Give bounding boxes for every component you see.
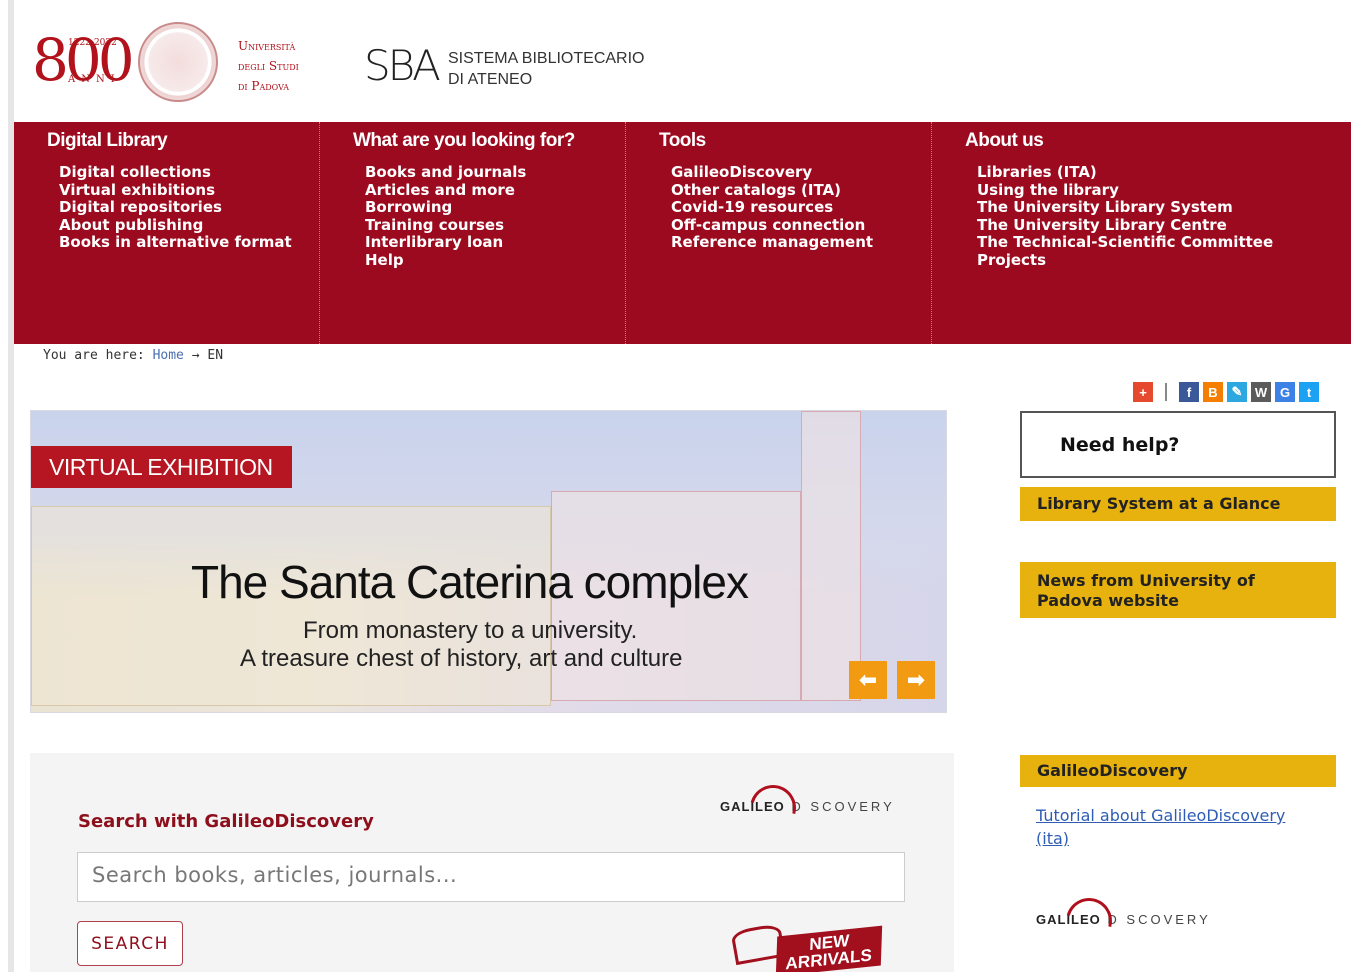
next-arrow-icon[interactable]: ➡	[897, 661, 935, 699]
search-button[interactable]: SEARCH	[77, 921, 183, 966]
university-name[interactable]: Università degli Studi di Padova	[238, 36, 299, 96]
nav-link[interactable]: Using the library	[977, 181, 1351, 200]
nav-link[interactable]: Help	[365, 251, 625, 270]
divider	[1165, 383, 1167, 401]
blogger-icon[interactable]: B	[1203, 382, 1223, 402]
breadcrumb-current: EN	[207, 348, 224, 363]
site-header: 800 1222-2022 ANNI Università degli Stud…	[14, 0, 1351, 122]
hero-slider[interactable]: VIRTUAL EXHIBITION The Santa Caterina co…	[30, 410, 947, 713]
nav-link[interactable]: The Technical-Scientific Committee	[977, 233, 1351, 252]
plus-share-icon[interactable]: +	[1133, 382, 1153, 402]
galileo-discovery-sidebar-logo[interactable]: GALILEO D SCOVERY	[1036, 889, 1211, 953]
nav-link[interactable]: Virtual exhibitions	[59, 181, 319, 200]
nav-column-title[interactable]: About us	[965, 130, 1351, 156]
nav-link[interactable]: Off-campus connection	[671, 216, 931, 235]
wordpress-icon[interactable]: W	[1251, 382, 1271, 402]
news-university-link[interactable]: News from University of Padova website	[1020, 562, 1336, 618]
social-share-bar: + f B ✎ W G t	[1133, 382, 1319, 402]
anniversary-years: 1222-2022	[68, 38, 117, 48]
need-help-box[interactable]: Need help?	[1020, 411, 1336, 478]
university-line1: Università	[238, 39, 296, 53]
nav-column-title[interactable]: What are you looking for?	[353, 130, 625, 156]
nav-link[interactable]: Covid-19 resources	[671, 198, 931, 217]
sba-logo[interactable]: SBA	[364, 44, 441, 88]
main-navigation: Digital Library Digital collections Virt…	[14, 122, 1351, 344]
search-panel: Search with GalileoDiscovery GALILEO D S…	[30, 753, 954, 972]
new-arrivals-badge[interactable]: NEW ARRIVALS	[730, 921, 883, 972]
nav-link[interactable]: Other catalogs (ITA)	[671, 181, 931, 200]
search-title: Search with GalileoDiscovery	[78, 811, 374, 832]
nav-link[interactable]: Libraries (ITA)	[977, 163, 1351, 182]
nav-link[interactable]: Projects	[977, 251, 1351, 270]
facebook-icon[interactable]: f	[1179, 382, 1199, 402]
nav-column-looking-for: What are you looking for? Books and jour…	[320, 122, 626, 344]
nav-column-tools: Tools GalileoDiscovery Other catalogs (I…	[626, 122, 932, 344]
nav-link[interactable]: Digital collections	[59, 163, 319, 182]
galileo-ring-icon	[1057, 889, 1121, 953]
tower-illustration	[801, 411, 861, 701]
anniversary-word: ANNI	[68, 74, 121, 85]
nav-column-title[interactable]: Tools	[659, 130, 931, 156]
university-seal-icon[interactable]	[138, 22, 218, 102]
nav-link[interactable]: The University Library Centre	[977, 216, 1351, 235]
nav-link[interactable]: Books and journals	[365, 163, 625, 182]
breadcrumb-separator: →	[191, 348, 200, 363]
breadcrumb: You are here: Home → EN	[43, 348, 223, 363]
prev-arrow-icon[interactable]: ⬅	[849, 661, 887, 699]
library-system-glance-link[interactable]: Library System at a Glance	[1020, 487, 1336, 521]
nav-link[interactable]: Borrowing	[365, 198, 625, 217]
nav-link[interactable]: Digital repositories	[59, 198, 319, 217]
nav-link[interactable]: The University Library System	[977, 198, 1351, 217]
nav-column-digital-library: Digital Library Digital collections Virt…	[14, 122, 320, 344]
slider-subtitle: A treasure chest of history, art and cul…	[240, 645, 683, 672]
university-line3: di Padova	[238, 79, 290, 93]
nav-link[interactable]: Training courses	[365, 216, 625, 235]
sba-line2: DI ATENEO	[448, 71, 533, 88]
slider-title[interactable]: The Santa Caterina complex	[191, 555, 749, 609]
university-line2: degli Studi	[238, 59, 299, 73]
galileo-ring-icon	[741, 776, 805, 840]
nav-link[interactable]: About publishing	[59, 216, 319, 235]
new-arrivals-label: NEW ARRIVALS	[775, 925, 883, 972]
sba-title[interactable]: SISTEMA BIBLIOTECARIO DI ATENEO	[448, 48, 645, 90]
slider-tag: VIRTUAL EXHIBITION	[31, 446, 292, 488]
anniversary-logo[interactable]: 800 1222-2022 ANNI	[32, 31, 135, 92]
twitter-icon[interactable]: t	[1299, 382, 1319, 402]
nav-link[interactable]: Books in alternative format	[59, 233, 319, 252]
galileo-logo-rest: D SCOVERY	[791, 799, 895, 814]
slider-subtitle: From monastery to a university.	[303, 617, 638, 644]
galileo-discovery-heading: GalileoDiscovery	[1020, 755, 1336, 787]
livejournal-icon[interactable]: ✎	[1227, 382, 1247, 402]
search-input[interactable]: Search books, articles, journals...	[77, 852, 905, 902]
galileo-logo-rest: D SCOVERY	[1107, 912, 1211, 927]
nav-column-title[interactable]: Digital Library	[47, 130, 319, 156]
nav-column-about-us: About us Libraries (ITA) Using the libra…	[932, 122, 1351, 344]
nav-link[interactable]: Interlibrary loan	[365, 233, 625, 252]
sba-line1: SISTEMA BIBLIOTECARIO	[448, 50, 645, 67]
nav-link[interactable]: Reference management	[671, 233, 931, 252]
breadcrumb-home-link[interactable]: Home	[153, 348, 184, 363]
google-icon[interactable]: G	[1275, 382, 1295, 402]
galileo-discovery-logo[interactable]: GALILEO D SCOVERY	[720, 776, 895, 840]
nav-link[interactable]: GalileoDiscovery	[671, 163, 931, 182]
nav-link[interactable]: Articles and more	[365, 181, 625, 200]
breadcrumb-prefix: You are here:	[43, 348, 145, 363]
galileo-tutorial-link[interactable]: Tutorial about GalileoDiscovery (ita)	[1036, 804, 1316, 850]
